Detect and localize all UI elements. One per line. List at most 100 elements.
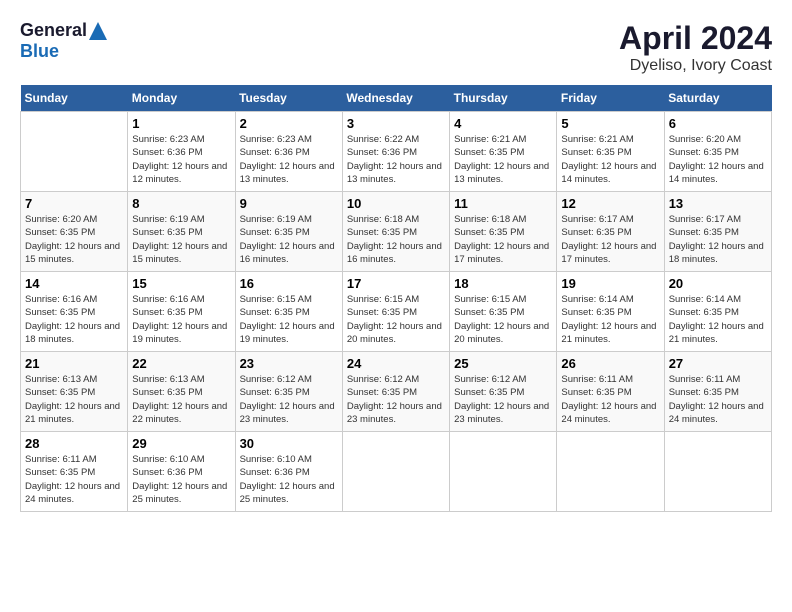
table-row: 27Sunrise: 6:11 AMSunset: 6:35 PMDayligh…: [664, 352, 771, 432]
day-info: Sunrise: 6:11 AMSunset: 6:35 PMDaylight:…: [25, 453, 123, 506]
table-row: 6Sunrise: 6:20 AMSunset: 6:35 PMDaylight…: [664, 112, 771, 192]
day-number: 4: [454, 116, 552, 131]
page-subtitle: Dyeliso, Ivory Coast: [619, 57, 772, 75]
day-info: Sunrise: 6:16 AMSunset: 6:35 PMDaylight:…: [132, 293, 230, 346]
col-tuesday: Tuesday: [235, 85, 342, 112]
day-number: 29: [132, 436, 230, 451]
calendar-header-row: Sunday Monday Tuesday Wednesday Thursday…: [21, 85, 772, 112]
day-info: Sunrise: 6:23 AMSunset: 6:36 PMDaylight:…: [240, 133, 338, 186]
table-row: 24Sunrise: 6:12 AMSunset: 6:35 PMDayligh…: [342, 352, 449, 432]
table-row: 20 Sunrise: 6:14 AMSunset: 6:35 PMDayligh…: [664, 272, 771, 352]
col-friday: Friday: [557, 85, 664, 112]
calendar-week-row: 7 Sunrise: 6:20 AMSunset: 6:35 PMDaylight…: [21, 192, 772, 272]
day-info: Sunrise: 6:21 AMSunset: 6:35 PMDaylight:…: [561, 133, 659, 186]
title-section: April 2024 Dyeliso, Ivory Coast: [619, 20, 772, 75]
day-info: Sunrise: 6:15 AMSunset: 6:35 PMDaylight:…: [347, 293, 445, 346]
table-row: [557, 432, 664, 512]
day-info: Sunrise: 6:15 AMSunset: 6:35 PMDaylight:…: [240, 293, 338, 346]
day-number: 23: [240, 356, 338, 371]
table-row: 19 Sunrise: 6:14 AMSunset: 6:35 PMDayligh…: [557, 272, 664, 352]
day-info: Sunrise: 6:12 AMSunset: 6:35 PMDaylight:…: [240, 373, 338, 426]
day-number: 5: [561, 116, 659, 131]
table-row: 17 Sunrise: 6:15 AMSunset: 6:35 PMDayligh…: [342, 272, 449, 352]
day-number: 2: [240, 116, 338, 131]
logo-blue-text: Blue: [20, 41, 59, 62]
table-row: 2 Sunrise: 6:23 AMSunset: 6:36 PMDaylight…: [235, 112, 342, 192]
day-info: Sunrise: 6:13 AMSunset: 6:35 PMDaylight:…: [25, 373, 123, 426]
day-number: 9: [240, 196, 338, 211]
day-number: 30: [240, 436, 338, 451]
day-number: 7: [25, 196, 123, 211]
calendar-week-row: 28 Sunrise: 6:11 AMSunset: 6:35 PMDayligh…: [21, 432, 772, 512]
day-number: 12: [561, 196, 659, 211]
calendar-week-row: 21 Sunrise: 6:13 AMSunset: 6:35 PMDayligh…: [21, 352, 772, 432]
page-header: General Blue April 2024 Dyeliso, Ivory C…: [20, 20, 772, 75]
col-thursday: Thursday: [450, 85, 557, 112]
day-number: 18: [454, 276, 552, 291]
day-number: 3: [347, 116, 445, 131]
table-row: 13 Sunrise: 6:17 AMSunset: 6:35 PMDayligh…: [664, 192, 771, 272]
day-info: Sunrise: 6:17 AMSunset: 6:35 PMDaylight:…: [669, 213, 767, 266]
day-info: Sunrise: 6:20 AMSunset: 6:35 PMDaylight:…: [25, 213, 123, 266]
day-info: Sunrise: 6:20 AMSunset: 6:35 PMDaylight:…: [669, 133, 767, 186]
table-row: 9 Sunrise: 6:19 AMSunset: 6:35 PMDaylight…: [235, 192, 342, 272]
day-number: 17: [347, 276, 445, 291]
day-number: 24: [347, 356, 445, 371]
table-row: 1Sunrise: 6:23 AMSunset: 6:36 PMDaylight…: [128, 112, 235, 192]
day-number: 8: [132, 196, 230, 211]
table-row: 25 Sunrise: 6:12 AMSunset: 6:35 PMDayligh…: [450, 352, 557, 432]
table-row: 8Sunrise: 6:19 AMSunset: 6:35 PMDaylight…: [128, 192, 235, 272]
day-number: 28: [25, 436, 123, 451]
day-number: 15: [132, 276, 230, 291]
col-monday: Monday: [128, 85, 235, 112]
col-wednesday: Wednesday: [342, 85, 449, 112]
day-info: Sunrise: 6:11 AMSunset: 6:35 PMDaylight:…: [669, 373, 767, 426]
table-row: 30 Sunrise: 6:10 AMSunset: 6:36 PMDayligh…: [235, 432, 342, 512]
calendar-week-row: 1Sunrise: 6:23 AMSunset: 6:36 PMDaylight…: [21, 112, 772, 192]
day-info: Sunrise: 6:18 AMSunset: 6:35 PMDaylight:…: [347, 213, 445, 266]
day-info: Sunrise: 6:10 AMSunset: 6:36 PMDaylight:…: [240, 453, 338, 506]
day-info: Sunrise: 6:16 AMSunset: 6:35 PMDaylight:…: [25, 293, 123, 346]
logo: General Blue: [20, 20, 107, 62]
day-number: 22: [132, 356, 230, 371]
logo-general-text: General: [20, 20, 87, 41]
table-row: 26 Sunrise: 6:11 AMSunset: 6:35 PMDayligh…: [557, 352, 664, 432]
table-row: 14 Sunrise: 6:16 AMSunset: 6:35 PMDayligh…: [21, 272, 128, 352]
day-info: Sunrise: 6:22 AMSunset: 6:36 PMDaylight:…: [347, 133, 445, 186]
day-info: Sunrise: 6:15 AMSunset: 6:35 PMDaylight:…: [454, 293, 552, 346]
day-number: 14: [25, 276, 123, 291]
table-row: 10Sunrise: 6:18 AMSunset: 6:35 PMDayligh…: [342, 192, 449, 272]
page-title: April 2024: [619, 20, 772, 57]
day-number: 11: [454, 196, 552, 211]
day-number: 13: [669, 196, 767, 211]
day-info: Sunrise: 6:13 AMSunset: 6:35 PMDaylight:…: [132, 373, 230, 426]
table-row: [450, 432, 557, 512]
table-row: 7 Sunrise: 6:20 AMSunset: 6:35 PMDaylight…: [21, 192, 128, 272]
day-info: Sunrise: 6:10 AMSunset: 6:36 PMDaylight:…: [132, 453, 230, 506]
table-row: [664, 432, 771, 512]
day-info: Sunrise: 6:14 AMSunset: 6:35 PMDaylight:…: [669, 293, 767, 346]
day-number: 21: [25, 356, 123, 371]
table-row: 11 Sunrise: 6:18 AMSunset: 6:35 PMDayligh…: [450, 192, 557, 272]
table-row: [21, 112, 128, 192]
day-number: 25: [454, 356, 552, 371]
table-row: 15 Sunrise: 6:16 AMSunset: 6:35 PMDayligh…: [128, 272, 235, 352]
col-saturday: Saturday: [664, 85, 771, 112]
table-row: 23 Sunrise: 6:12 AMSunset: 6:35 PMDayligh…: [235, 352, 342, 432]
day-info: Sunrise: 6:11 AMSunset: 6:35 PMDaylight:…: [561, 373, 659, 426]
table-row: [342, 432, 449, 512]
day-number: 20: [669, 276, 767, 291]
day-info: Sunrise: 6:12 AMSunset: 6:35 PMDaylight:…: [454, 373, 552, 426]
day-info: Sunrise: 6:18 AMSunset: 6:35 PMDaylight:…: [454, 213, 552, 266]
table-row: 28 Sunrise: 6:11 AMSunset: 6:35 PMDayligh…: [21, 432, 128, 512]
day-number: 19: [561, 276, 659, 291]
logo-icon: [89, 22, 107, 40]
day-info: Sunrise: 6:14 AMSunset: 6:35 PMDaylight:…: [561, 293, 659, 346]
day-info: Sunrise: 6:21 AMSunset: 6:35 PMDaylight:…: [454, 133, 552, 186]
day-number: 16: [240, 276, 338, 291]
calendar-week-row: 14 Sunrise: 6:16 AMSunset: 6:35 PMDayligh…: [21, 272, 772, 352]
table-row: 18 Sunrise: 6:15 AMSunset: 6:35 PMDayligh…: [450, 272, 557, 352]
day-info: Sunrise: 6:19 AMSunset: 6:35 PMDaylight:…: [240, 213, 338, 266]
day-number: 26: [561, 356, 659, 371]
col-sunday: Sunday: [21, 85, 128, 112]
